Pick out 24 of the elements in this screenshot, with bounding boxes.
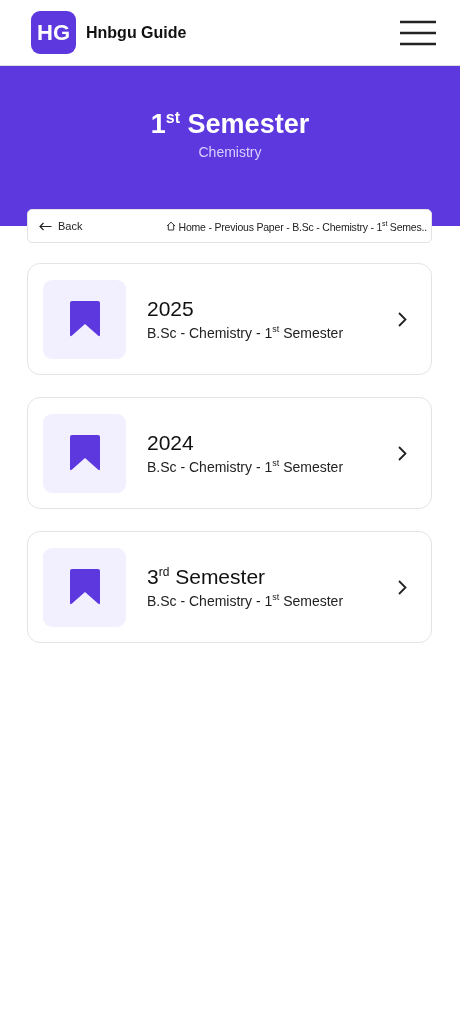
logo[interactable]: HG — [31, 11, 76, 54]
menu-icon[interactable] — [400, 19, 436, 46]
card-subtitle: B.Sc - Chemistry - 1$^{st}$ Semester — [147, 324, 345, 341]
back-link[interactable]: Back — [39, 220, 83, 232]
paper-card[interactable]: 2025 B.Sc - Chemistry - 1$^{st}$ Semester — [27, 263, 432, 375]
paper-card[interactable]: 3$^{rd}$ Semester B.Sc - Chemistry - 1$^{st}$ Semester — [27, 531, 432, 643]
bookmark-icon — [69, 569, 100, 605]
chevron-right-icon — [398, 579, 407, 595]
paper-card[interactable]: 2024 B.Sc - Chemistry - 1$^{st}$ Semester — [27, 397, 432, 509]
chevron-right-icon — [398, 311, 407, 327]
chevron-right-icon — [398, 445, 407, 461]
bookmark-icon — [69, 435, 100, 471]
back-arrow-icon — [39, 221, 52, 231]
card-title: 2025 — [147, 297, 195, 322]
card-subtitle: B.Sc - Chemistry - 1$^{st}$ Semester — [147, 458, 345, 475]
home-icon — [165, 221, 176, 231]
card-title: 3$^{rd}$ Semester — [147, 565, 267, 590]
card-subtitle: B.Sc - Chemistry - 1$^{st}$ Semester — [147, 592, 345, 609]
site-name: Hnbgu Guide — [86, 23, 187, 42]
card-title: 2024 — [147, 431, 195, 456]
breadcrumb-trail[interactable]: Home - Previous Paper - B.Sc - Chemistry - 1$^{st}$ Semes.. — [178, 219, 427, 233]
page-subtitle: Chemistry — [198, 144, 262, 160]
bookmark-icon — [69, 301, 100, 337]
page-title: 1$^{st}$ Semester — [150, 109, 310, 140]
